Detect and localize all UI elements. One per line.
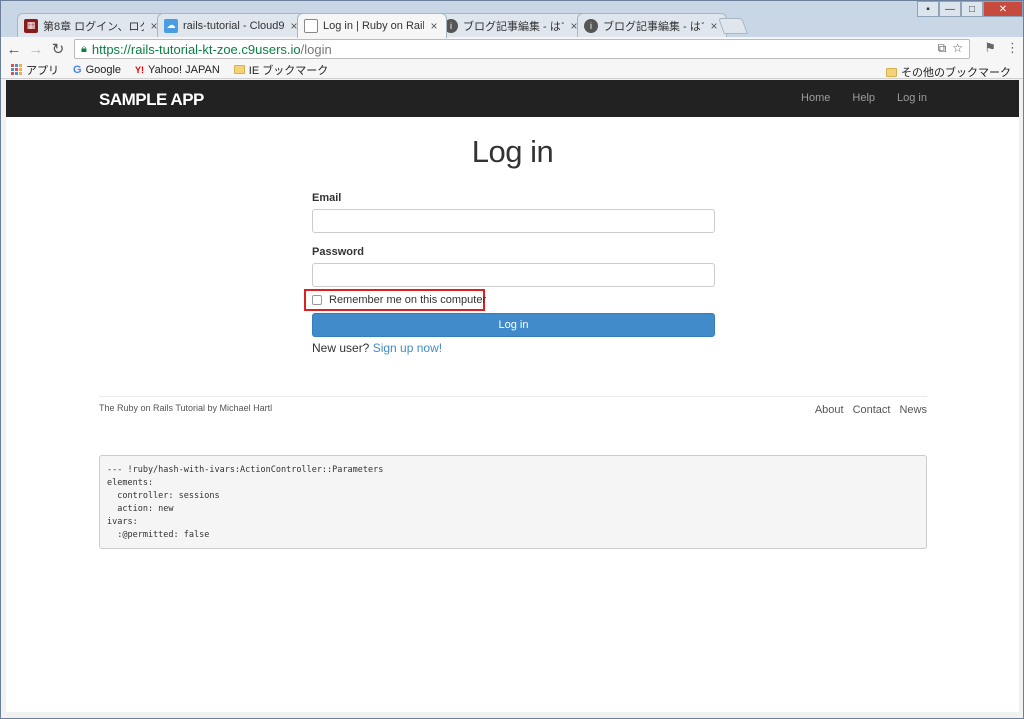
close-tab-icon[interactable]: × <box>428 19 440 33</box>
email-label: Email <box>312 192 342 204</box>
login-form: Email Password Remember me on this compu… <box>304 192 715 355</box>
reload-icon[interactable]: ↻ <box>49 40 67 58</box>
tab-title: Log in | Ruby on Rails <box>323 20 424 32</box>
minimize-icon[interactable]: — <box>939 1 961 17</box>
app-logo[interactable]: SAMPLE APP <box>99 90 204 110</box>
forward-arrow-icon[interactable]: → <box>27 40 45 58</box>
page-title: Log in <box>471 134 554 169</box>
debug-text: --- !ruby/hash-with-ivars:ActionControll… <box>107 465 384 540</box>
tab-hatena-1[interactable]: i ブログ記事編集 - はてな × <box>437 13 587 37</box>
bookmark-label: アプリ <box>26 64 59 77</box>
page-viewport: SAMPLE APP Home Help Log in Log in Email… <box>6 80 1019 714</box>
browser-window: ▦ 第8章 ログイン、ログア × ☁ rails-tutorial - Clou… <box>0 0 1024 719</box>
other-bookmarks[interactable]: その他のブックマーク <box>886 64 1011 80</box>
login-button[interactable]: Log in <box>312 313 715 337</box>
address-bar[interactable]: 🔒︎ https://rails-tutorial-kt-zoe.c9users… <box>74 39 970 59</box>
google-icon: G <box>73 63 82 76</box>
cloud9-icon: ☁ <box>164 18 178 33</box>
lock-icon: 🔒︎ <box>81 42 87 55</box>
window-controls: ▪ — □ ✕ <box>917 1 1023 17</box>
tab-title: ブログ記事編集 - はてな <box>463 20 564 33</box>
folder-icon <box>233 65 245 74</box>
bookmark-label: Yahoo! JAPAN <box>148 63 220 76</box>
url-host: https://rails-tutorial-kt-zoe.c9users.io <box>91 41 301 57</box>
signup-line: New user? Sign up now! <box>312 341 442 355</box>
password-label: Password <box>312 246 364 258</box>
folder-icon <box>886 67 897 77</box>
footer-news[interactable]: News <box>899 404 927 416</box>
bookmark-label: Google <box>85 63 122 76</box>
password-field[interactable] <box>312 263 715 287</box>
footer-links: About Contact News <box>815 404 927 416</box>
window-bottom-edge <box>1 712 1023 718</box>
bookmark-label: IE ブックマーク <box>248 64 329 77</box>
new-user-text: New user? <box>312 341 370 355</box>
tab-title: ブログ記事編集 - はてな <box>603 20 704 33</box>
other-bookmarks-label: その他のブックマーク <box>901 67 1011 79</box>
footer: The Ruby on Rails Tutorial by Michael Ha… <box>99 396 927 416</box>
tab-cloud9[interactable]: ☁ rails-tutorial - Cloud9 × <box>157 13 307 37</box>
debug-params: --- !ruby/hash-with-ivars:ActionControll… <box>99 455 927 549</box>
remember-checkbox[interactable] <box>312 295 322 305</box>
footer-credit: The Ruby on Rails Tutorial by Michael Ha… <box>99 403 273 413</box>
bookmarks-bar: アプリ G Google Y! Yahoo! JAPAN IE ブックマーク そ… <box>1 61 1023 80</box>
remember-me[interactable]: Remember me on this computer <box>312 294 486 306</box>
close-window-icon[interactable]: ✕ <box>983 1 1023 17</box>
tab-hatena-2[interactable]: i ブログ記事編集 - はてな × <box>577 13 727 37</box>
tab-login[interactable]: Log in | Ruby on Rails × <box>297 13 447 38</box>
nav-home[interactable]: Home <box>801 92 830 104</box>
nav-help[interactable]: Help <box>852 92 875 104</box>
bookmark-ie-folder[interactable]: IE ブックマーク <box>233 62 329 78</box>
translate-icon[interactable]: ⧉ <box>938 41 947 56</box>
hatena-icon: i <box>584 18 598 33</box>
extension-icon[interactable]: ⚑ <box>984 40 996 56</box>
tab-title: 第8章 ログイン、ログア <box>43 20 144 33</box>
url-path: /login <box>300 41 332 57</box>
yahoo-icon: Y! <box>135 64 145 75</box>
new-tab-button[interactable] <box>718 18 748 34</box>
footer-about[interactable]: About <box>815 404 844 416</box>
bookmark-yahoo[interactable]: Y! Yahoo! JAPAN <box>135 64 220 76</box>
profile-icon[interactable]: ▪ <box>917 1 939 17</box>
nav-login[interactable]: Log in <box>897 92 927 104</box>
star-icon[interactable]: ☆ <box>952 41 963 56</box>
bookmark-google[interactable]: G Google <box>73 64 121 76</box>
maximize-icon[interactable]: □ <box>961 1 983 17</box>
tab-chapter8[interactable]: ▦ 第8章 ログイン、ログア × <box>17 13 167 37</box>
tab-strip: ▦ 第8章 ログイン、ログア × ☁ rails-tutorial - Clou… <box>1 1 1023 38</box>
email-field[interactable] <box>312 209 715 233</box>
app-header: SAMPLE APP Home Help Log in <box>6 80 1019 117</box>
bookmark-apps[interactable]: アプリ <box>11 62 59 78</box>
menu-icon[interactable]: ⋮ <box>1006 40 1019 56</box>
tab-favicon-icon: ▦ <box>24 18 38 33</box>
remember-label: Remember me on this computer <box>329 294 487 306</box>
main-nav: Home Help Log in <box>801 92 927 104</box>
browser-toolbar: ← → ↻ 🔒︎ https://rails-tutorial-kt-zoe.c… <box>1 37 1023 61</box>
page-icon <box>304 19 318 33</box>
signup-link[interactable]: Sign up now! <box>373 341 442 355</box>
tab-title: rails-tutorial - Cloud9 <box>183 19 284 32</box>
apps-grid-icon <box>11 64 22 75</box>
footer-contact[interactable]: Contact <box>853 404 891 416</box>
back-arrow-icon[interactable]: ← <box>5 40 23 58</box>
